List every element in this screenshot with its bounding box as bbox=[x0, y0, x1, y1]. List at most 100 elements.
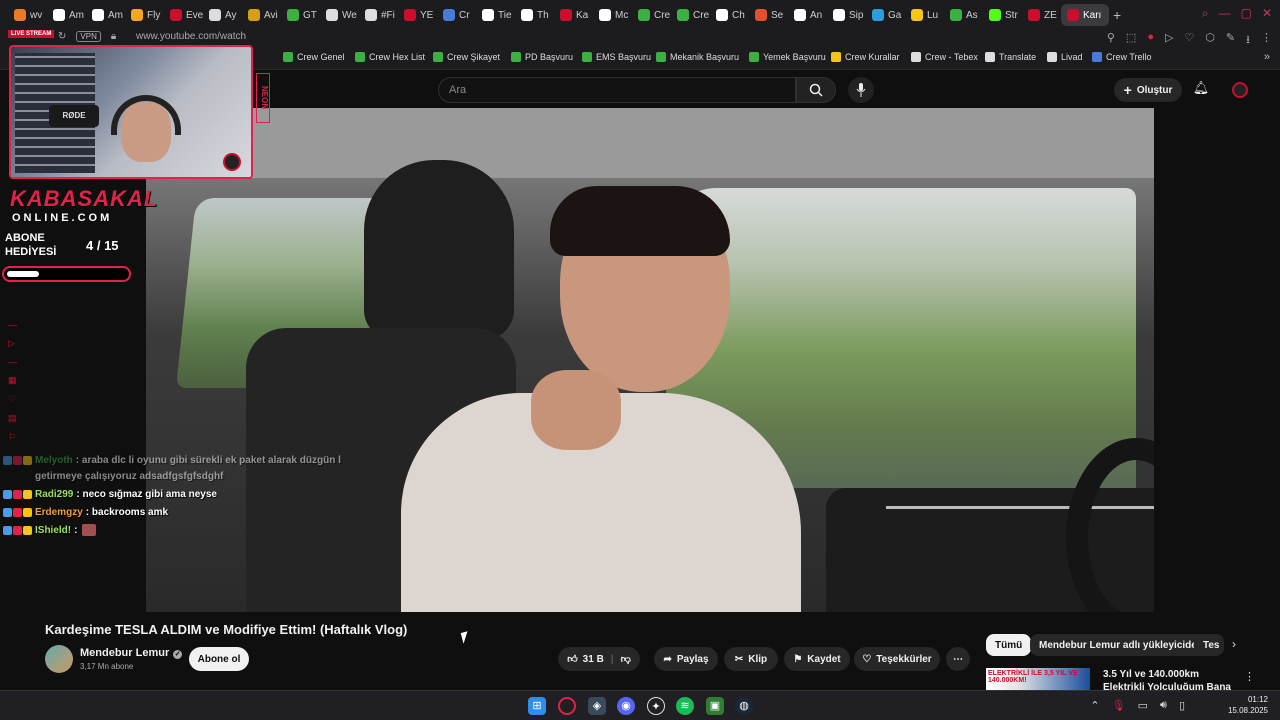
close-icon[interactable]: ✕ bbox=[1262, 6, 1272, 21]
channel-avatar[interactable] bbox=[45, 645, 73, 673]
bookmark-item[interactable]: Yemek Başvuru bbox=[749, 52, 826, 62]
tab-label: YE bbox=[420, 9, 434, 21]
recommended-more-icon[interactable]: ⋮ bbox=[1244, 670, 1255, 683]
chat-username[interactable]: Erdemgzy bbox=[35, 507, 83, 518]
video-person-fist bbox=[531, 370, 621, 450]
bookmark-item[interactable]: Mekanik Başvuru bbox=[656, 52, 739, 62]
browser-tab[interactable]: YE bbox=[398, 4, 437, 26]
bookmark-item[interactable]: Crew Genel bbox=[283, 52, 345, 62]
network-icon[interactable]: ▭ bbox=[1138, 699, 1148, 712]
browser-tab[interactable]: Eve bbox=[164, 4, 203, 26]
filter-chip[interactable]: Mendebur Lemur adlı yükleyiciden bbox=[1030, 634, 1212, 656]
like-count[interactable]: 31 B bbox=[583, 654, 604, 665]
bookmark-item[interactable]: Crew - Tebex bbox=[911, 52, 978, 62]
bookmark-item[interactable]: Crew Kurallar bbox=[831, 52, 900, 62]
url-field[interactable]: www.youtube.com/watch bbox=[136, 31, 246, 42]
tab-favicon-icon bbox=[248, 9, 260, 21]
browser-tab[interactable]: Tie bbox=[476, 4, 515, 26]
steam-icon[interactable]: ◍ bbox=[735, 697, 753, 715]
spotify-icon[interactable]: ≋ bbox=[676, 697, 694, 715]
browser-tab[interactable]: Str bbox=[983, 4, 1022, 26]
browser-tab[interactable]: Cre bbox=[632, 4, 671, 26]
tray-mic-icon[interactable]: 🎙︎ bbox=[1112, 699, 1126, 712]
bookmark-item[interactable]: Livad bbox=[1047, 52, 1083, 62]
more-actions-button[interactable]: ⋯ bbox=[946, 647, 970, 671]
browser-tab[interactable]: We bbox=[320, 4, 359, 26]
browser-tab[interactable]: GT bbox=[281, 4, 320, 26]
clock[interactable]: 01:12 15.08.2025 bbox=[1228, 694, 1268, 716]
browser-tab[interactable]: Mc bbox=[593, 4, 632, 26]
chat-username[interactable]: Melyoth bbox=[35, 455, 73, 466]
filter-chip[interactable]: Tes bbox=[1194, 634, 1224, 656]
new-tab-button[interactable]: + bbox=[1113, 7, 1127, 23]
voice-search-button[interactable] bbox=[848, 77, 874, 103]
browser-tab[interactable]: Lu bbox=[905, 4, 944, 26]
browser-tab[interactable]: Sip bbox=[827, 4, 866, 26]
clip-button[interactable]: ✂ Klip bbox=[724, 647, 778, 671]
browser-tab[interactable]: Th bbox=[515, 4, 554, 26]
battery-icon[interactable]: ▯ bbox=[1179, 699, 1185, 712]
browser-tab[interactable]: Ay bbox=[203, 4, 242, 26]
channel-name-text[interactable]: Mendebur Lemur bbox=[80, 647, 169, 659]
bookmark-item[interactable]: EMS Başvuru bbox=[582, 52, 651, 62]
share-button[interactable]: ➦ Paylaş bbox=[654, 647, 718, 671]
browser-tab[interactable]: An bbox=[788, 4, 827, 26]
search-tabs-icon[interactable]: ⌕ bbox=[1202, 6, 1209, 21]
chat-username[interactable]: IShield! bbox=[35, 525, 71, 536]
window-controls: ⌕ — ▢ ✕ bbox=[1202, 6, 1272, 21]
chatgpt-icon[interactable]: ✦ bbox=[647, 697, 665, 715]
start-icon[interactable]: ⊞ bbox=[528, 697, 546, 715]
nvidia-icon[interactable]: ▣ bbox=[706, 697, 724, 715]
app-icon[interactable]: ◈ bbox=[588, 697, 606, 715]
chat-message: Erdemgzy: backrooms amk bbox=[3, 505, 343, 521]
recommended-thumbnail[interactable]: ELEKTRİKLİ İLE 3,5 YIL VE 140.000KM! bbox=[986, 668, 1090, 690]
browser-tab[interactable]: wv bbox=[8, 4, 47, 26]
search-input[interactable]: Ara bbox=[438, 77, 796, 103]
opera-gx-icon[interactable] bbox=[558, 697, 576, 715]
create-button[interactable]: + Oluştur bbox=[1114, 78, 1182, 102]
bookmarks-overflow-icon[interactable]: » bbox=[1264, 51, 1270, 63]
volume-icon[interactable]: 🔊︎ bbox=[1160, 699, 1167, 712]
recommended-title[interactable]: 3.5 Yıl ve 140.000km Elektrikli Yolculuğ… bbox=[1103, 668, 1243, 690]
tab-label: As bbox=[966, 9, 978, 21]
search-button[interactable] bbox=[796, 77, 836, 103]
browser-tab[interactable]: Karı bbox=[1061, 4, 1109, 26]
like-icon[interactable]: 👍︎ bbox=[567, 653, 577, 665]
bookmark-icon bbox=[749, 52, 759, 62]
save-button[interactable]: ⚑ Kaydet bbox=[784, 647, 850, 671]
bookmark-item[interactable]: Crew Hex List bbox=[355, 52, 425, 62]
browser-tab[interactable]: Ga bbox=[866, 4, 905, 26]
notifications-bell-icon[interactable]: 🔔︎ bbox=[1192, 80, 1210, 98]
channel-name[interactable]: Mendebur Lemur ✓ bbox=[80, 647, 183, 659]
filter-chip[interactable]: Tümü bbox=[986, 634, 1032, 656]
minimize-icon[interactable]: — bbox=[1219, 6, 1231, 21]
browser-tab[interactable]: Se bbox=[749, 4, 788, 26]
browser-tab[interactable]: Fly bbox=[125, 4, 164, 26]
maximize-icon[interactable]: ▢ bbox=[1241, 6, 1252, 21]
subscribe-button[interactable]: Abone ol bbox=[189, 647, 249, 671]
browser-tab[interactable]: Ka bbox=[554, 4, 593, 26]
dislike-icon[interactable]: 👎︎ bbox=[621, 653, 631, 665]
os-taskbar: ⊞ ◈ ◉ ✦ ≋ ▣ ◍ ⌃ 🎙︎ ▭ 🔊︎ ▯ 01:12 15.08.20… bbox=[0, 690, 1280, 720]
browser-tab[interactable]: Am bbox=[47, 4, 86, 26]
browser-tab[interactable]: Ch bbox=[710, 4, 749, 26]
bookmark-label: Yemek Başvuru bbox=[763, 52, 826, 62]
chat-username[interactable]: Radi299 bbox=[35, 489, 73, 500]
browser-tab[interactable]: Cr bbox=[437, 4, 476, 26]
tray-chevron-icon[interactable]: ⌃ bbox=[1090, 699, 1099, 712]
browser-tab[interactable]: Cre bbox=[671, 4, 710, 26]
thanks-button[interactable]: ♡ Teşekkürler bbox=[854, 647, 940, 671]
bookmark-item[interactable]: Crew Trello bbox=[1092, 52, 1152, 62]
browser-tab[interactable]: Avi bbox=[242, 4, 281, 26]
bookmark-item[interactable]: Translate bbox=[985, 52, 1036, 62]
browser-tab[interactable]: Am bbox=[86, 4, 125, 26]
account-avatar[interactable] bbox=[1232, 82, 1248, 98]
browser-tab[interactable]: ZE bbox=[1022, 4, 1061, 26]
bookmark-item[interactable]: PD Başvuru bbox=[511, 52, 573, 62]
chevron-right-icon[interactable]: › bbox=[1232, 637, 1236, 651]
discord-icon[interactable]: ◉ bbox=[617, 697, 635, 715]
bookmark-item[interactable]: Crew Şikayet bbox=[433, 52, 500, 62]
browser-tab[interactable]: As bbox=[944, 4, 983, 26]
browser-tab[interactable]: #Fi bbox=[359, 4, 398, 26]
bookmark-icon bbox=[1092, 52, 1102, 62]
